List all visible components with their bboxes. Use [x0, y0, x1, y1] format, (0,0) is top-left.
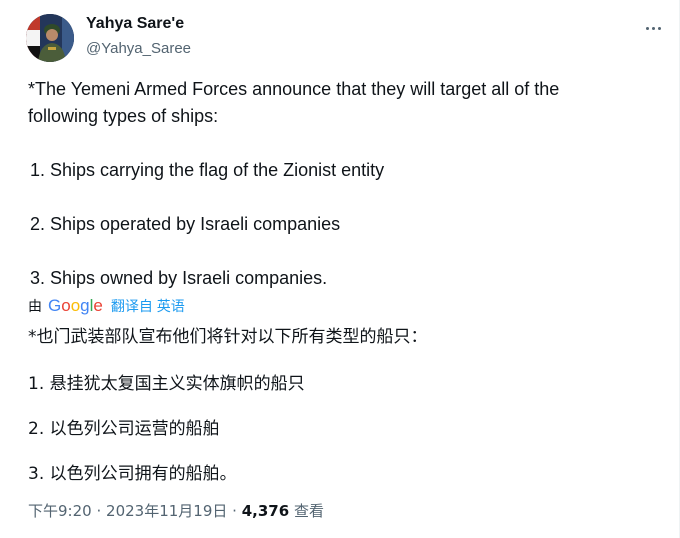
views-label: 查看: [293, 502, 324, 520]
tweet-timestamp-link[interactable]: 下午9:20 · 2023年11月19日: [28, 502, 227, 520]
tweet-list-item: 1. Ships carrying the flag of the Zionis…: [30, 160, 385, 180]
translated-list-item: 2. 以色列公司运营的船舶: [28, 419, 220, 439]
author-handle[interactable]: @Yahya_Saree: [86, 40, 191, 57]
translated-list-item: 3. 以色列公司拥有的船舶。: [28, 464, 237, 484]
tweet-container: Yahya Sare'e @Yahya_Saree *The Yemeni Ar…: [0, 0, 680, 538]
tweet-list-item: 2. Ships operated by Israeli companies: [30, 214, 341, 234]
views-count: 4,376: [241, 502, 290, 520]
meta-separator: ·: [96, 502, 102, 520]
meta-separator: ·: [232, 502, 237, 520]
more-options-button[interactable]: [638, 14, 668, 38]
more-horizontal-icon: [644, 17, 662, 35]
tweet-intro-line-1: *The Yemeni Armed Forces announce that t…: [28, 79, 560, 99]
tweet-meta: 下午9:20 · 2023年11月19日 · 4,376 查看: [28, 500, 324, 521]
translated-from-link[interactable]: 翻译自 英语: [111, 296, 185, 316]
tweet-text: *The Yemeni Armed Forces announce that t…: [28, 76, 648, 288]
tweet-intro-line-2: following types of ships:: [28, 106, 219, 126]
translated-intro: *也门武装部队宣布他们将针对以下所有类型的船只：: [28, 327, 428, 347]
tweet-time: 下午9:20: [28, 502, 92, 520]
tweet-date: 2023年11月19日: [106, 502, 228, 520]
google-logo: Google: [48, 296, 103, 315]
translated-list-item: 1. 悬挂犹太复国主义实体旗帜的船只: [28, 374, 305, 394]
translated-by-label: 由: [28, 298, 42, 314]
avatar[interactable]: [26, 14, 74, 62]
tweet-list-item: 3. Ships owned by Israeli companies.: [30, 268, 328, 288]
translation-attribution: 由 Google 翻译自 英语: [28, 296, 185, 316]
author-display-name[interactable]: Yahya Sare'e: [86, 15, 184, 33]
avatar-image: [26, 14, 74, 62]
